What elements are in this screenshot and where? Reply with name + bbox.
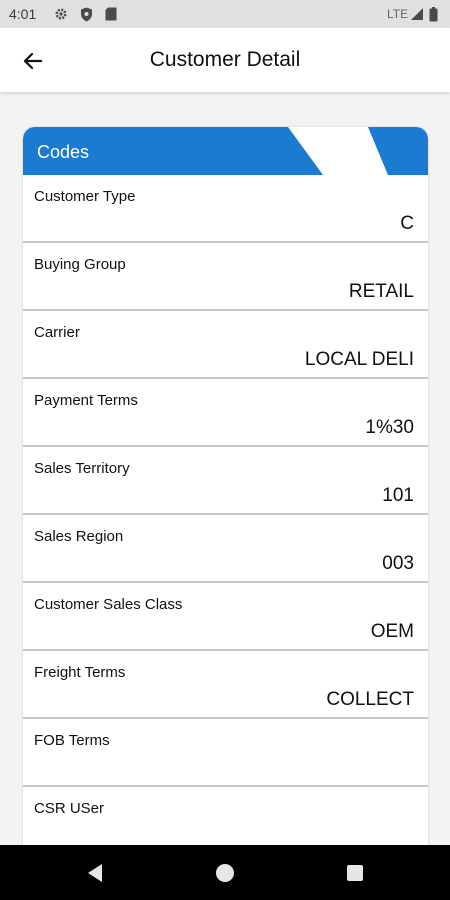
field-row: Customer Sales Class OEM [23,583,428,651]
field-label: Freight Terms [34,664,126,681]
back-triangle-icon [88,864,102,882]
field-label: Payment Terms [34,392,138,409]
field-label: FOB Terms [34,732,110,749]
card-title: Codes [37,142,90,162]
field-value: RETAIL [348,281,414,302]
field-value: C [400,213,414,234]
field-row: Payment Terms 1%30 [23,379,428,447]
card-header: Codes [23,127,428,175]
field-value: LOCAL DELI [304,349,414,370]
nav-recents-button[interactable] [344,862,366,884]
nav-back-button[interactable] [85,862,107,884]
field-row: Sales Region 003 [23,515,428,583]
page-title: Customer Detail [149,48,301,71]
field-row: Carrier LOCAL DELI [23,311,428,379]
field-label: Sales Region [34,528,124,545]
field-row: FOB Terms [23,719,428,787]
field-value: 1%30 [365,417,414,438]
field-row: Freight Terms COLLECT [23,651,428,719]
field-value: OEM [370,621,414,642]
field-list: Customer Type C Buying Group RETAIL Carrier L… [23,175,428,845]
network-type: LTE [387,7,409,21]
status-bar: 4:01 LTE [0,0,450,28]
status-time: 4:01 [9,6,37,22]
field-label: Carrier [34,324,80,341]
field-value: 003 [382,553,414,574]
app-bar: Customer Detail [0,28,450,92]
shield-icon [80,7,93,25]
signal-icon [410,7,424,24]
field-row: Buying Group RETAIL [23,243,428,311]
home-circle-icon [216,864,234,882]
field-row: CSR USer [23,787,428,845]
field-row: Customer Type C [23,175,428,243]
field-label: Customer Sales Class [34,596,183,613]
field-label: Buying Group [34,256,126,273]
nav-home-button[interactable] [214,862,236,884]
battery-icon [429,7,438,25]
sd-card-icon [105,7,117,24]
field-label: Customer Type [34,188,136,205]
codes-card: Codes Customer Type C Buying Group RETAIL Ca… [23,127,428,845]
field-label: CSR USer [34,800,105,817]
settings-icon [54,7,68,24]
field-label: Sales Territory [34,460,130,477]
customer-detail-screen: 4:01 LTE Customer Detail Codes Customer … [0,0,450,900]
system-nav-bar [0,845,450,900]
field-value: 101 [382,485,414,506]
recents-square-icon [347,865,363,881]
field-value: COLLECT [326,689,414,710]
field-row: Sales Territory 101 [23,447,428,515]
